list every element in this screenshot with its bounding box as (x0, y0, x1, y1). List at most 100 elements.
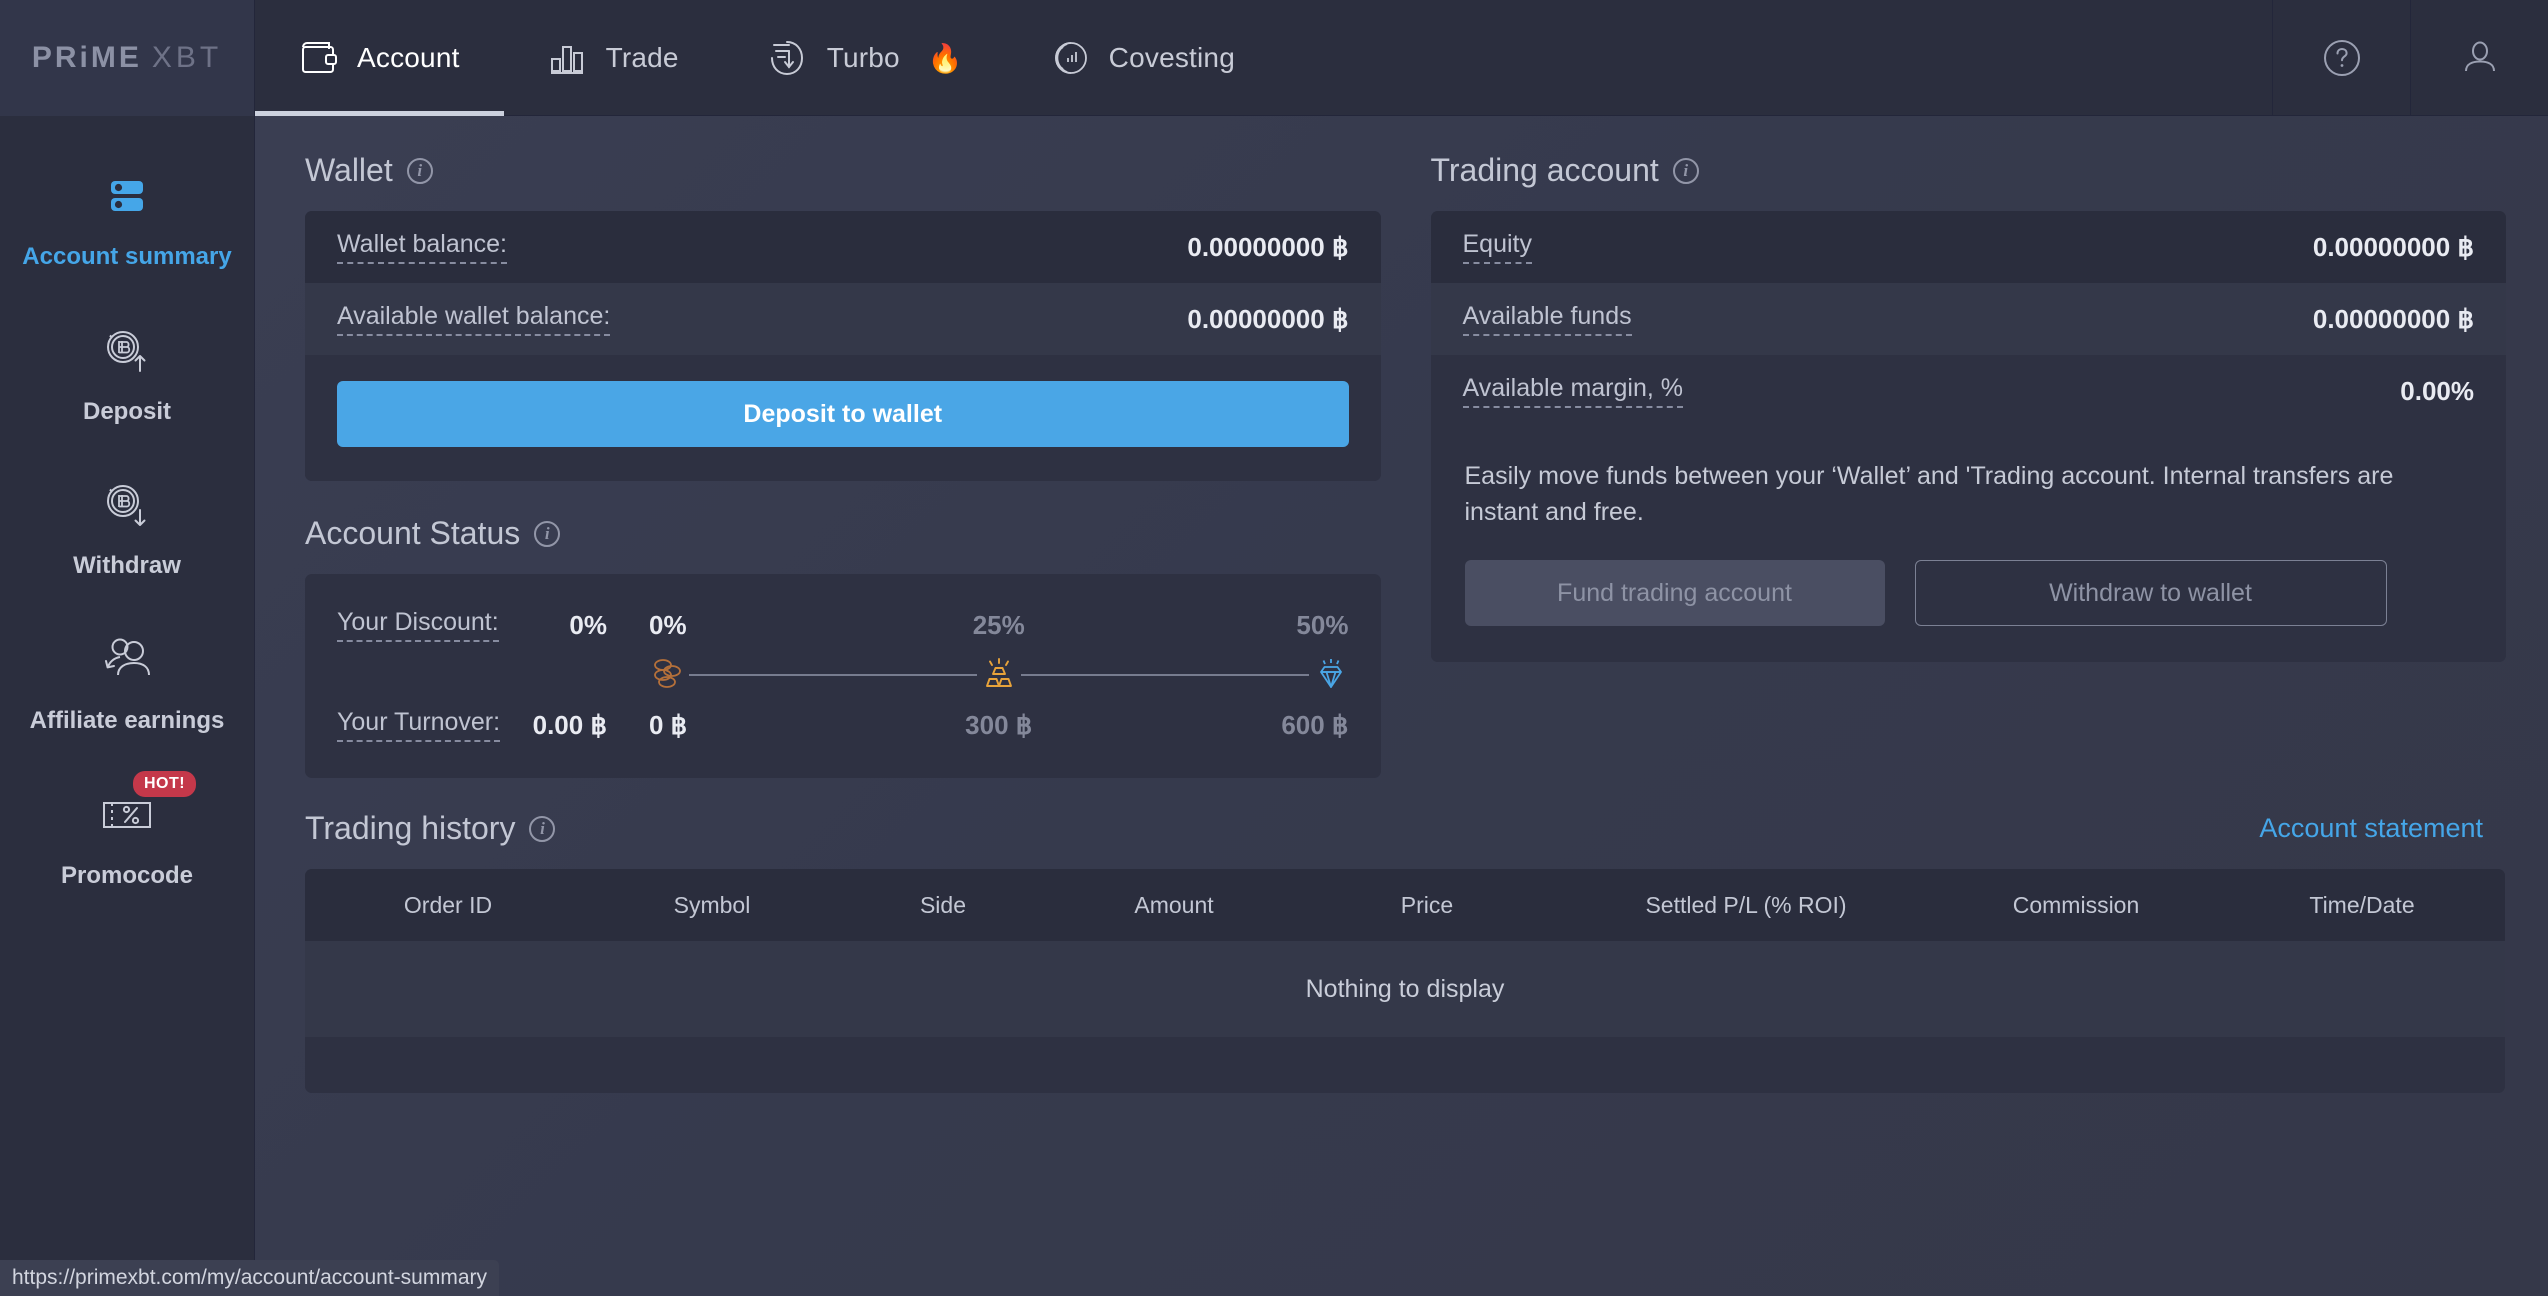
your-turnover-label: Your Turnover: (337, 708, 501, 742)
deposit-to-wallet-button[interactable]: Deposit to wallet (337, 381, 1349, 447)
tier-3-percent-cell: 50% (1115, 600, 1348, 650)
wallet-actions: Deposit to wallet (305, 355, 1381, 481)
brand-logo-text: PRiME XBT (32, 41, 222, 75)
tier-2-percent: 25% (972, 609, 1025, 640)
column-header-order-id: Order ID (403, 891, 493, 918)
browser-status-bar: https://primexbt.com/my/account/account-… (0, 1260, 499, 1296)
available-margin-value: 0.00% (2400, 375, 2474, 406)
account-statement-link[interactable]: Account statement (2259, 813, 2483, 844)
question-mark-circle-icon (2319, 35, 2365, 81)
trading-account-title: Trading account (1430, 152, 1659, 188)
main-content: Wallet i Wallet balance: 0.00000000 ฿ Av… (255, 116, 2548, 1296)
trading-account-card: Equity 0.00000000 ฿ Available funds 0.00… (1430, 211, 2506, 662)
tab-trade[interactable]: Trade (504, 0, 723, 116)
account-status-card: Your Discount: 0% Your Turnover: 0.00 ฿ … (305, 574, 1381, 778)
sidebar-item-promocode[interactable]: HOT! Promocode (0, 770, 254, 892)
bitcoin-withdraw-icon (100, 473, 154, 535)
account-status-title: Account Status (305, 515, 521, 551)
available-funds-label: Available funds (1462, 302, 1632, 336)
trading-history-table-header: Order ID Symbol Side Amount Price Settle… (305, 869, 2505, 941)
tier-3-amount-cell: 600 ฿ (1115, 700, 1348, 750)
fund-trading-account-button[interactable]: Fund trading account (1464, 560, 1885, 626)
account-summary-icon (103, 164, 151, 226)
account-status-section-header: Account Status i (305, 515, 1381, 552)
account-status-info-icon[interactable]: i (534, 520, 561, 547)
column-header-price: Price (1400, 891, 1454, 918)
promocode-hot-badge: HOT! (133, 770, 197, 797)
column-header-time-date: Time/Date (2309, 891, 2415, 918)
promocode-ticket-icon: HOT! (97, 770, 197, 845)
trading-history-header: Trading history i Account statement (305, 810, 2505, 847)
available-wallet-balance-row: Available wallet balance: 0.00000000 ฿ (305, 283, 1381, 355)
wallet-info-icon[interactable]: i (406, 157, 433, 184)
tier-amount-row: 0 ฿ 300 ฿ 600 ฿ (649, 700, 1349, 750)
available-margin-row: Available margin, % 0.00% (1430, 355, 2506, 427)
available-wallet-balance-value: 0.00000000 ฿ (1187, 303, 1349, 334)
tier-1-amount: 0 ฿ (649, 709, 688, 740)
sidebar-item-affiliate-earnings-label: Affiliate earnings (29, 707, 225, 735)
column-header-commission: Commission (2012, 891, 2140, 918)
trading-history-info-icon[interactable]: i (529, 815, 556, 842)
user-avatar-icon (2457, 35, 2503, 81)
left-sidebar: Account summary Deposit Withdraw Affilia… (0, 116, 255, 1296)
wallet-balance-label: Wallet balance: (337, 230, 507, 264)
available-wallet-balance-label: Available wallet balance: (337, 302, 611, 336)
gold-bars-icon (976, 653, 1021, 697)
wallet-balance-row: Wallet balance: 0.00000000 ฿ (305, 211, 1381, 283)
wallet-section-header: Wallet i (305, 152, 1381, 189)
trading-history-table: Order ID Symbol Side Amount Price Settle… (305, 869, 2505, 1093)
bronze-coins-icon (645, 653, 689, 697)
tab-turbo[interactable]: Turbo 🔥 (723, 0, 1007, 116)
main-nav-tabs: Account Trade Turbo 🔥 Covesting (255, 0, 2272, 116)
trading-account-actions: Fund trading account Withdraw to wallet (1430, 530, 2506, 662)
brand-logo[interactable]: PRiME XBT (0, 0, 255, 116)
tab-account[interactable]: Account (255, 0, 504, 116)
wallet-icon (299, 40, 339, 76)
tier-progress-track (645, 650, 1353, 700)
sidebar-item-affiliate-earnings[interactable]: Affiliate earnings (0, 628, 254, 737)
tier-3-amount: 600 ฿ (1281, 709, 1349, 740)
equity-row: Equity 0.00000000 ฿ (1430, 211, 2506, 283)
sidebar-item-deposit-label: Deposit (82, 397, 171, 425)
help-button[interactable] (2272, 0, 2410, 115)
sidebar-item-deposit[interactable]: Deposit (0, 319, 254, 428)
wallet-card: Wallet balance: 0.00000000 ฿ Available w… (305, 211, 1381, 481)
trading-account-section-header: Trading account i (1431, 152, 2507, 189)
transfer-note: Easily move funds between your ‘Wallet’ … (1430, 427, 2431, 530)
affiliate-people-icon (96, 628, 158, 690)
tab-covesting-label: Covesting (1108, 42, 1235, 73)
trading-history-empty-text: Nothing to display (1305, 974, 1505, 1003)
column-header-settled-pl: Settled P/L (% ROI) (1645, 891, 1847, 918)
tier-1-percent-cell: 0% (649, 600, 882, 650)
top-right-actions (2272, 0, 2548, 115)
tier-2-amount: 300 ฿ (965, 709, 1033, 740)
your-discount-value: 0% (569, 609, 607, 640)
profile-button[interactable] (2410, 0, 2548, 115)
trading-history-empty-row: Nothing to display (305, 941, 2505, 1037)
tab-turbo-label: Turbo (826, 42, 900, 73)
content-columns: Wallet i Wallet balance: 0.00000000 ฿ Av… (305, 146, 2506, 778)
available-margin-label: Available margin, % (1462, 374, 1683, 408)
sidebar-item-account-summary-label: Account summary (22, 243, 232, 270)
top-navigation-bar: PRiME XBT Account Trade Turbo 🔥 Covestin… (0, 0, 2548, 116)
trading-history-title-group: Trading history i (305, 810, 556, 847)
sidebar-item-account-summary[interactable]: Account summary (0, 164, 254, 273)
trading-account-info-icon[interactable]: i (1672, 157, 1699, 184)
covesting-rings-icon (1051, 38, 1091, 78)
equity-value: 0.00000000 ฿ (2312, 231, 2474, 262)
brand-xbt-text: XBT (151, 41, 223, 74)
sidebar-item-promocode-label: Promocode (60, 861, 194, 889)
status-bar-url: https://primexbt.com/my/account/account-… (12, 1266, 487, 1289)
tier-percent-row: 0% 25% 50% (649, 600, 1349, 650)
your-discount-label: Your Discount: (337, 608, 499, 642)
fire-emoji-icon: 🔥 (927, 42, 963, 74)
column-header-amount: Amount (1134, 891, 1214, 918)
withdraw-to-wallet-button[interactable]: Withdraw to wallet (1914, 560, 2387, 626)
right-column: Trading account i Equity 0.00000000 ฿ Av… (1430, 146, 2507, 778)
tier-2-amount-cell: 300 ฿ (882, 700, 1115, 750)
turbo-arrows-icon (767, 38, 809, 78)
tab-covesting[interactable]: Covesting (1007, 0, 1279, 116)
your-discount-row: Your Discount: 0% (337, 600, 607, 650)
sidebar-item-withdraw[interactable]: Withdraw (0, 473, 254, 582)
wallet-title: Wallet (305, 152, 393, 188)
